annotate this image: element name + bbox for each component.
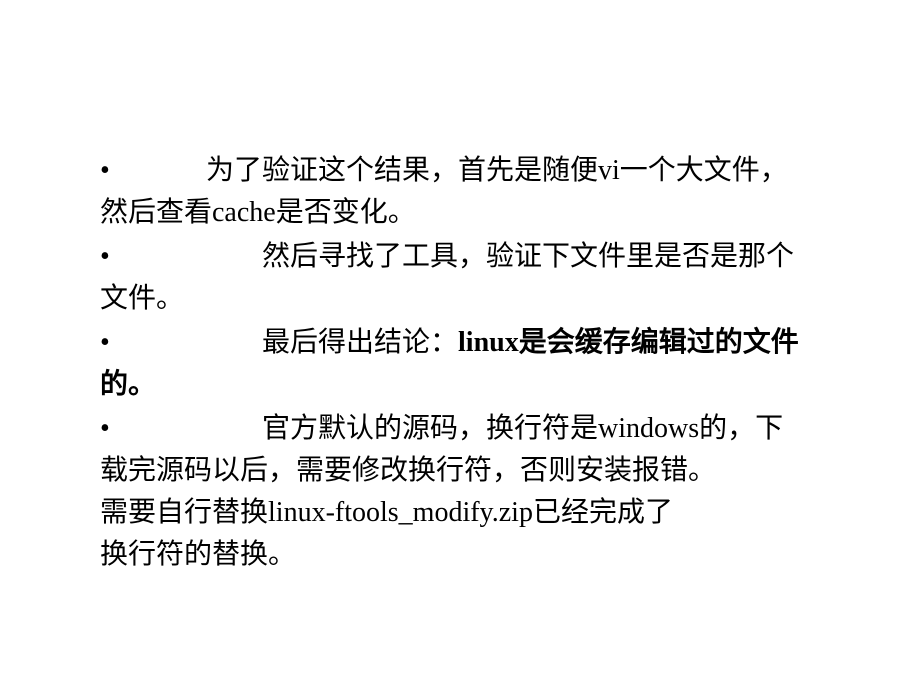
- list-item: 最后得出结论：linux是会缓存编辑过的文件 的。: [60, 322, 860, 406]
- text-latin: linux-ftools_modify.zip: [268, 497, 533, 528]
- text-latin: vi: [598, 155, 620, 186]
- text: 然后查看cache是否变化。: [100, 192, 860, 234]
- list-item: 官方默认的源码，换行符是windows的，下 载完源码以后，需要修改换行符，否则…: [60, 408, 860, 576]
- text: 需要自行替换: [100, 497, 268, 528]
- text: 换行符的替换。: [100, 534, 860, 576]
- text: 最后得出结论：: [262, 327, 458, 358]
- text: 官方默认的源码，换行符是windows的，下: [262, 413, 783, 444]
- list-item: 为了验证这个结果，首先是随便vi一个大文件， 然后查看cache是否变化。: [60, 150, 860, 234]
- text: 然后寻找了工具，验证下文件里是否是那个: [262, 241, 794, 272]
- list-item: 然后寻找了工具，验证下文件里是否是那个 文件。: [60, 236, 860, 320]
- text: 一个大文件，: [620, 155, 788, 186]
- text: 已经完成了: [533, 497, 673, 528]
- text-bold: linux是会缓存编辑过的文件: [458, 327, 799, 358]
- text: 文件。: [100, 278, 860, 320]
- bullet-list: 为了验证这个结果，首先是随便vi一个大文件， 然后查看cache是否变化。 然后…: [60, 150, 860, 576]
- text-bold: 的。: [100, 364, 860, 406]
- text: 为了验证这个结果，首先是随便: [206, 155, 598, 186]
- text: 载完源码以后，需要修改换行符，否则安装报错。: [100, 450, 860, 492]
